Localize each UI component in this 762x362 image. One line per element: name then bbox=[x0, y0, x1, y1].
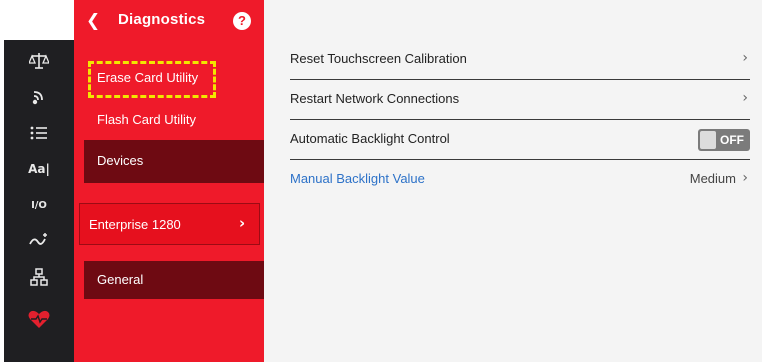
icon-rail: Aa| I/O bbox=[0, 0, 74, 362]
scale-icon[interactable] bbox=[4, 44, 74, 78]
menu-header: ❮ Diagnostics ? bbox=[74, 0, 264, 42]
signal-icon[interactable] bbox=[4, 224, 74, 258]
automatic-backlight-control-row: Automatic Backlight Control OFF bbox=[290, 120, 750, 160]
row-label: Restart Network Connections bbox=[290, 91, 460, 106]
backlight-value: Medium bbox=[689, 171, 736, 186]
restart-network-connections-row[interactable]: Restart Network Connections › bbox=[290, 80, 750, 120]
devices-label: Devices bbox=[97, 153, 144, 168]
heart-monitor-icon[interactable] bbox=[4, 302, 74, 336]
chevron-right-icon: › bbox=[742, 170, 748, 186]
diagnostics-menu: ❮ Diagnostics ? Erase Card Utility Flash… bbox=[74, 0, 264, 362]
chevron-right-icon: › bbox=[239, 214, 246, 232]
chevron-right-icon: › bbox=[742, 90, 748, 106]
row-label: Reset Touchscreen Calibration bbox=[290, 51, 467, 66]
flash-card-utility-label: Flash Card Utility bbox=[97, 112, 196, 127]
toggle-state: OFF bbox=[720, 133, 744, 147]
network-icon[interactable] bbox=[4, 260, 74, 294]
general-label: General bbox=[97, 272, 144, 287]
flash-card-utility-item[interactable]: Flash Card Utility bbox=[74, 106, 264, 136]
erase-card-utility-label: Erase Card Utility bbox=[97, 70, 199, 85]
help-icon[interactable]: ? bbox=[233, 12, 251, 30]
row-label: Automatic Backlight Control bbox=[290, 131, 450, 146]
devices-item[interactable]: Devices bbox=[84, 140, 264, 183]
reset-touchscreen-calibration-row[interactable]: Reset Touchscreen Calibration › bbox=[290, 40, 750, 80]
list-icon[interactable] bbox=[4, 116, 74, 150]
io-icon[interactable]: I/O bbox=[4, 188, 74, 222]
icon-rail-bar: Aa| I/O bbox=[4, 40, 74, 362]
chevron-right-icon: › bbox=[742, 50, 748, 66]
backlight-toggle[interactable]: OFF bbox=[698, 129, 750, 151]
settings-list: Reset Touchscreen Calibration › Restart … bbox=[290, 40, 750, 200]
back-arrow-icon[interactable]: ❮ bbox=[86, 11, 100, 31]
enterprise-item[interactable]: Enterprise 1280 › bbox=[79, 203, 260, 245]
toggle-knob bbox=[700, 131, 716, 149]
content-panel: Reset Touchscreen Calibration › Restart … bbox=[264, 0, 762, 362]
wireless-icon[interactable] bbox=[4, 80, 74, 114]
enterprise-label: Enterprise 1280 bbox=[89, 217, 181, 232]
erase-card-utility-item[interactable]: Erase Card Utility bbox=[74, 60, 264, 100]
row-label: Manual Backlight Value bbox=[290, 171, 425, 186]
general-item[interactable]: General bbox=[84, 261, 264, 299]
menu-title: Diagnostics bbox=[118, 11, 206, 28]
manual-backlight-value-row[interactable]: Manual Backlight Value Medium › bbox=[290, 160, 750, 200]
font-icon[interactable]: Aa| bbox=[4, 152, 74, 186]
